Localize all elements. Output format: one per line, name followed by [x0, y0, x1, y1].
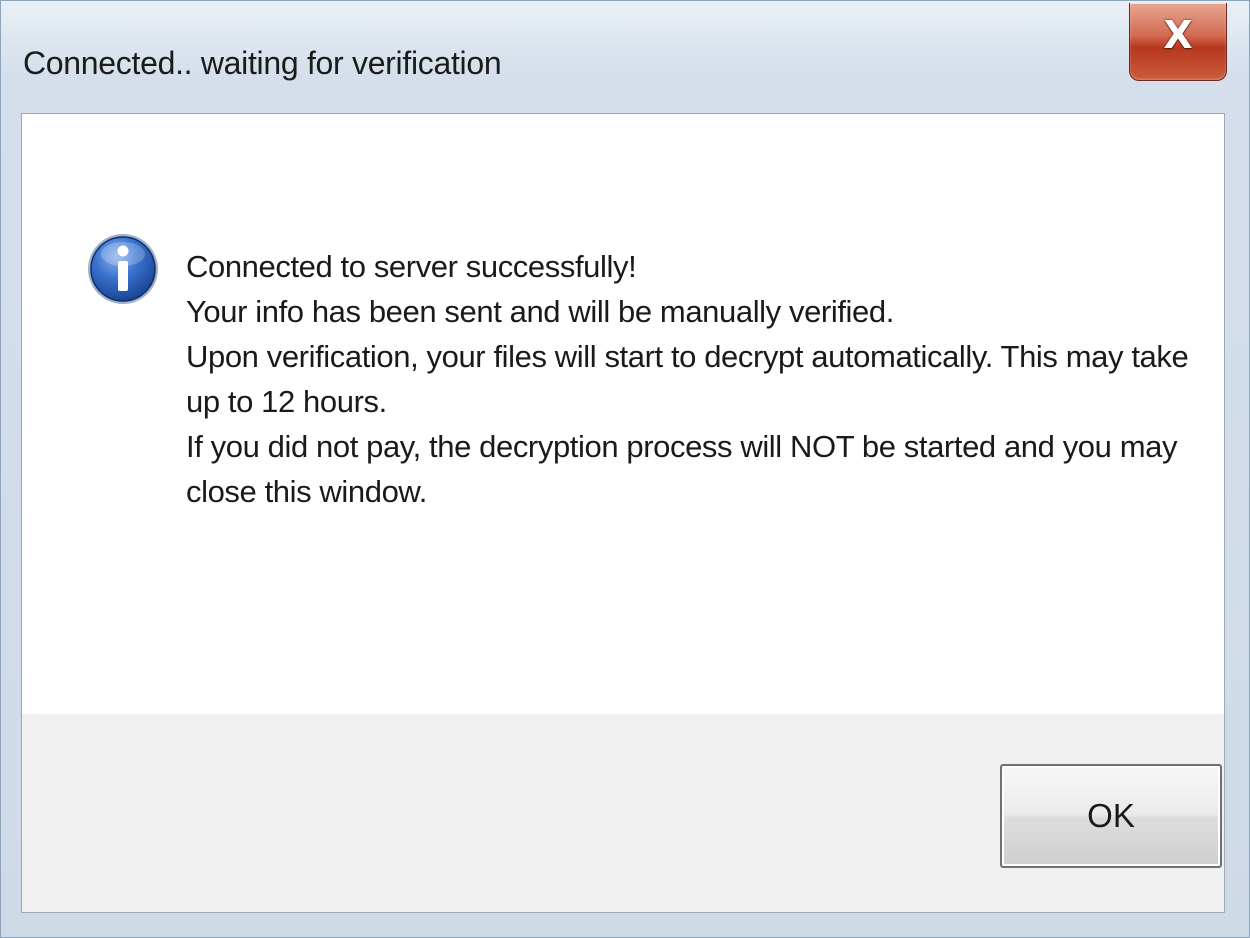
ok-button[interactable]: OK: [1000, 764, 1222, 868]
dialog-window: Connected.. waiting for verification X C…: [0, 0, 1250, 938]
message-line: Your info has been sent and will be manu…: [186, 294, 894, 329]
message-area: Connected to server successfully! Your i…: [22, 114, 1224, 714]
message-line: Connected to server successfully!: [186, 249, 637, 284]
title-bar[interactable]: Connected.. waiting for verification X: [1, 1, 1249, 113]
message-line: Upon verification, your files will start…: [186, 339, 1189, 419]
message-line: If you did not pay, the decryption proce…: [186, 429, 1178, 509]
info-icon: [88, 234, 158, 304]
close-icon: X: [1163, 13, 1193, 57]
dialog-client-area: Connected to server successfully! Your i…: [21, 113, 1225, 913]
dialog-message: Connected to server successfully! Your i…: [186, 244, 1196, 514]
close-button[interactable]: X: [1129, 3, 1227, 81]
button-bar: OK: [22, 714, 1224, 912]
window-title: Connected.. waiting for verification: [23, 45, 502, 81]
